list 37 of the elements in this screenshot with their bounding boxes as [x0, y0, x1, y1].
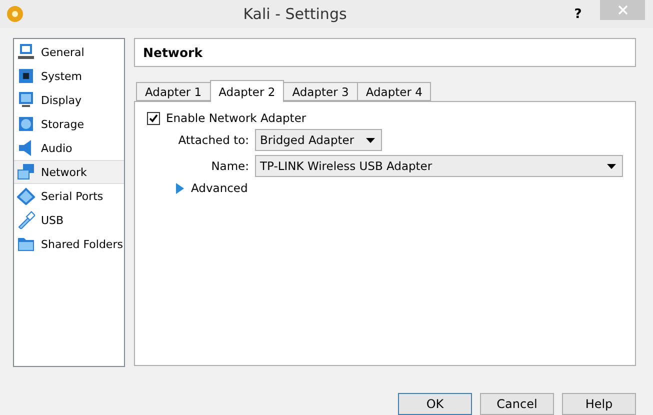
close-icon — [618, 5, 628, 15]
help-button[interactable]: ? — [566, 6, 590, 22]
adapter-tab[interactable]: Adapter 1 — [136, 82, 211, 101]
sidebar-item[interactable]: Shared Folders — [14, 232, 124, 256]
dialog-button[interactable]: OK — [398, 393, 472, 415]
attached-to-dropdown[interactable]: Bridged Adapter — [255, 129, 382, 151]
enable-checkbox[interactable] — [147, 112, 160, 124]
sidebar-item[interactable]: General — [14, 40, 124, 64]
field-label: Attached to: — [177, 133, 249, 147]
sidebar-item[interactable]: USB — [14, 208, 124, 232]
chip-icon — [17, 67, 35, 85]
sidebar-item[interactable]: Audio — [14, 136, 124, 160]
field-label: Name: — [210, 159, 249, 173]
sidebar-item[interactable]: Storage — [14, 112, 124, 136]
sidebar-item[interactable]: Serial Ports — [14, 184, 124, 208]
sidebar-item[interactable]: Display — [14, 88, 124, 112]
dialog-button[interactable]: Cancel — [480, 393, 554, 415]
sidebar-item[interactable]: System — [14, 64, 124, 88]
network-icon — [17, 163, 35, 181]
checkbox-label: Enable Network Adapter — [166, 111, 306, 125]
dropdown-caret-icon — [366, 138, 376, 142]
serial-port-icon — [17, 187, 35, 205]
folder-icon — [17, 235, 35, 253]
page-title: Network — [134, 38, 636, 67]
monitor-icon — [17, 91, 35, 109]
dialog-button[interactable]: Help — [562, 393, 636, 415]
expand-arrow-icon[interactable] — [175, 182, 185, 194]
window-title: Kali - Settings — [242, 5, 348, 23]
adapter-tab[interactable]: Adapter 4 — [356, 82, 432, 101]
usb-plug-icon — [17, 211, 35, 229]
adapter-tab[interactable]: Adapter 2 — [210, 80, 284, 102]
adapter-tab[interactable]: Adapter 3 — [283, 82, 358, 101]
advanced-label[interactable]: Advanced — [191, 181, 248, 195]
name-dropdown[interactable]: TP-LINK Wireless USB Adapter — [255, 155, 623, 177]
computer-icon — [17, 43, 35, 61]
dropdown-caret-icon — [607, 164, 616, 168]
sidebar-item[interactable]: Network — [14, 160, 124, 184]
